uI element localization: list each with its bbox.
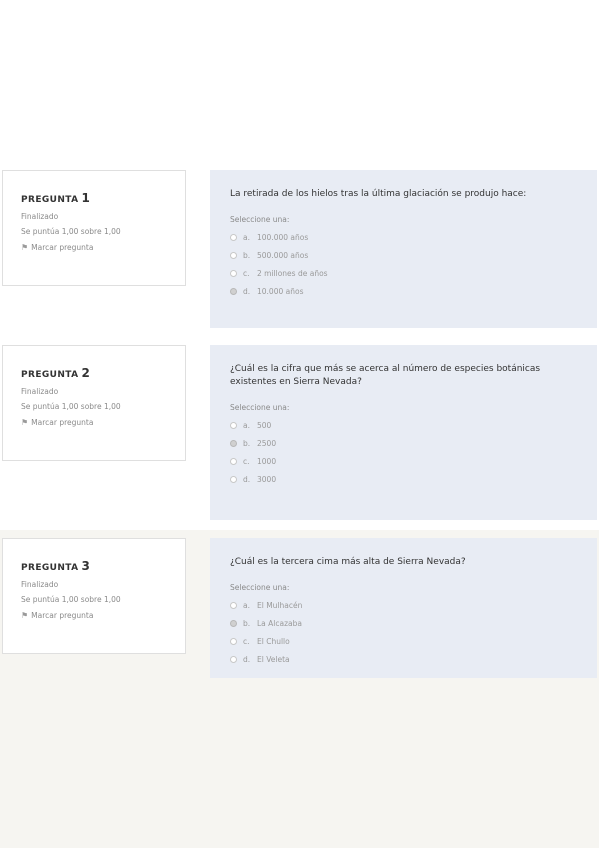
question-number: 3: [81, 559, 90, 573]
answer-option-a[interactable]: a. El Mulhacén: [230, 596, 581, 614]
question-label: PREGUNTA: [21, 370, 79, 380]
question-status: Finalizado: [21, 212, 59, 221]
answer-letter: d.: [243, 654, 251, 664]
radio-icon[interactable]: [230, 251, 237, 259]
answer-letter: c.: [243, 636, 250, 646]
answer-prompt: Seleccione una:: [230, 403, 290, 412]
answer-letter: d.: [243, 474, 251, 484]
answer-letter: c.: [243, 268, 250, 278]
radio-icon[interactable]: [230, 601, 237, 609]
question-info: PREGUNTA 1 Finalizado Se puntúa 1,00 sobr…: [2, 170, 186, 286]
answer-text: 3000: [257, 474, 277, 484]
answer-prompt: Seleccione una:: [230, 215, 290, 224]
radio-icon[interactable]: [230, 233, 237, 241]
radio-icon[interactable]: [230, 475, 237, 483]
question-status: Finalizado: [21, 387, 59, 396]
question-label: PREGUNTA: [21, 195, 79, 205]
answer-option-a[interactable]: a. 100.000 años: [230, 228, 581, 246]
radio-icon[interactable]: [230, 287, 237, 295]
radio-icon[interactable]: [230, 619, 237, 627]
question-score: Se puntúa 1,00 sobre 1,00: [21, 226, 121, 236]
answer-letter: b.: [243, 618, 251, 628]
radio-icon[interactable]: [230, 457, 237, 465]
flag-question-link[interactable]: ⚑ Marcar pregunta: [21, 611, 185, 620]
answer-letter: d.: [243, 286, 251, 296]
radio-icon[interactable]: [230, 421, 237, 429]
question-content: ¿Cuál es la cifra que más se acerca al n…: [210, 345, 597, 520]
flag-label: Marcar pregunta: [31, 611, 94, 620]
answer-option-c[interactable]: c. El Chullo: [230, 632, 581, 650]
answer-option-c[interactable]: c. 1000: [230, 452, 581, 470]
answer-text: La Alcazaba: [257, 618, 302, 628]
answer-option-b[interactable]: b. 2500: [230, 434, 581, 452]
radio-icon[interactable]: [230, 439, 237, 447]
answer-list: a. El Mulhacén b. La Alcazaba c. El Chullo …: [230, 596, 581, 668]
answer-option-b[interactable]: b. 500.000 años: [230, 246, 581, 264]
answer-text: El Chullo: [257, 636, 290, 646]
radio-icon[interactable]: [230, 269, 237, 277]
answer-letter: b.: [243, 438, 251, 448]
flag-icon: ⚑: [21, 611, 29, 620]
question-text: La retirada de los hielos tras la última…: [230, 189, 527, 199]
answer-option-c[interactable]: c. 2 millones de años: [230, 264, 581, 282]
answer-option-d[interactable]: d. 3000: [230, 470, 581, 488]
radio-icon[interactable]: [230, 655, 237, 663]
answer-letter: a.: [243, 600, 250, 610]
question-text: ¿Cuál es la tercera cima más alta de Sie…: [230, 557, 466, 567]
flag-question-link[interactable]: ⚑ Marcar pregunta: [21, 243, 185, 252]
question-number: 2: [81, 366, 90, 380]
answer-text: 2500: [257, 438, 277, 448]
answer-text: 500: [257, 420, 272, 430]
answer-prompt: Seleccione una:: [230, 583, 290, 592]
answer-text: 10.000 años: [257, 286, 304, 296]
question-score: Se puntúa 1,00 sobre 1,00: [21, 594, 121, 604]
answer-text: 2 millones de años: [257, 268, 328, 278]
flag-icon: ⚑: [21, 418, 29, 427]
question-status: Finalizado: [21, 580, 59, 589]
answer-letter: a.: [243, 232, 250, 242]
question-info: PREGUNTA 2 Finalizado Se puntúa 1,00 sobr…: [2, 345, 186, 461]
flag-icon: ⚑: [21, 243, 29, 252]
question-text: ¿Cuál es la cifra que más se acerca al n…: [230, 364, 541, 387]
radio-icon[interactable]: [230, 637, 237, 645]
answer-text: 500.000 años: [257, 250, 309, 260]
answer-text: El Veleta: [257, 654, 290, 664]
question-number: 1: [81, 191, 90, 205]
answer-letter: b.: [243, 250, 251, 260]
question-info: PREGUNTA 3 Finalizado Se puntúa 1,00 sobr…: [2, 538, 186, 654]
flag-question-link[interactable]: ⚑ Marcar pregunta: [21, 418, 185, 427]
answer-text: 100.000 años: [257, 232, 309, 242]
answer-text: El Mulhacén: [257, 600, 303, 610]
answer-option-d[interactable]: d. 10.000 años: [230, 282, 581, 300]
flag-label: Marcar pregunta: [31, 243, 94, 252]
answer-option-a[interactable]: a. 500: [230, 416, 581, 434]
question-content: ¿Cuál es la tercera cima más alta de Sie…: [210, 538, 597, 678]
question-score: Se puntúa 1,00 sobre 1,00: [21, 401, 121, 411]
answer-letter: a.: [243, 420, 250, 430]
answer-text: 1000: [257, 456, 277, 466]
answer-letter: c.: [243, 456, 250, 466]
question-label: PREGUNTA: [21, 563, 79, 573]
answer-list: a. 500 b. 2500 c. 1000 d. 3000: [230, 416, 581, 488]
answer-option-d[interactable]: d. El Veleta: [230, 650, 581, 668]
answer-list: a. 100.000 años b. 500.000 años c. 2 millon…: [230, 228, 581, 300]
flag-label: Marcar pregunta: [31, 418, 94, 427]
answer-option-b[interactable]: b. La Alcazaba: [230, 614, 581, 632]
question-content: La retirada de los hielos tras la última…: [210, 170, 597, 328]
